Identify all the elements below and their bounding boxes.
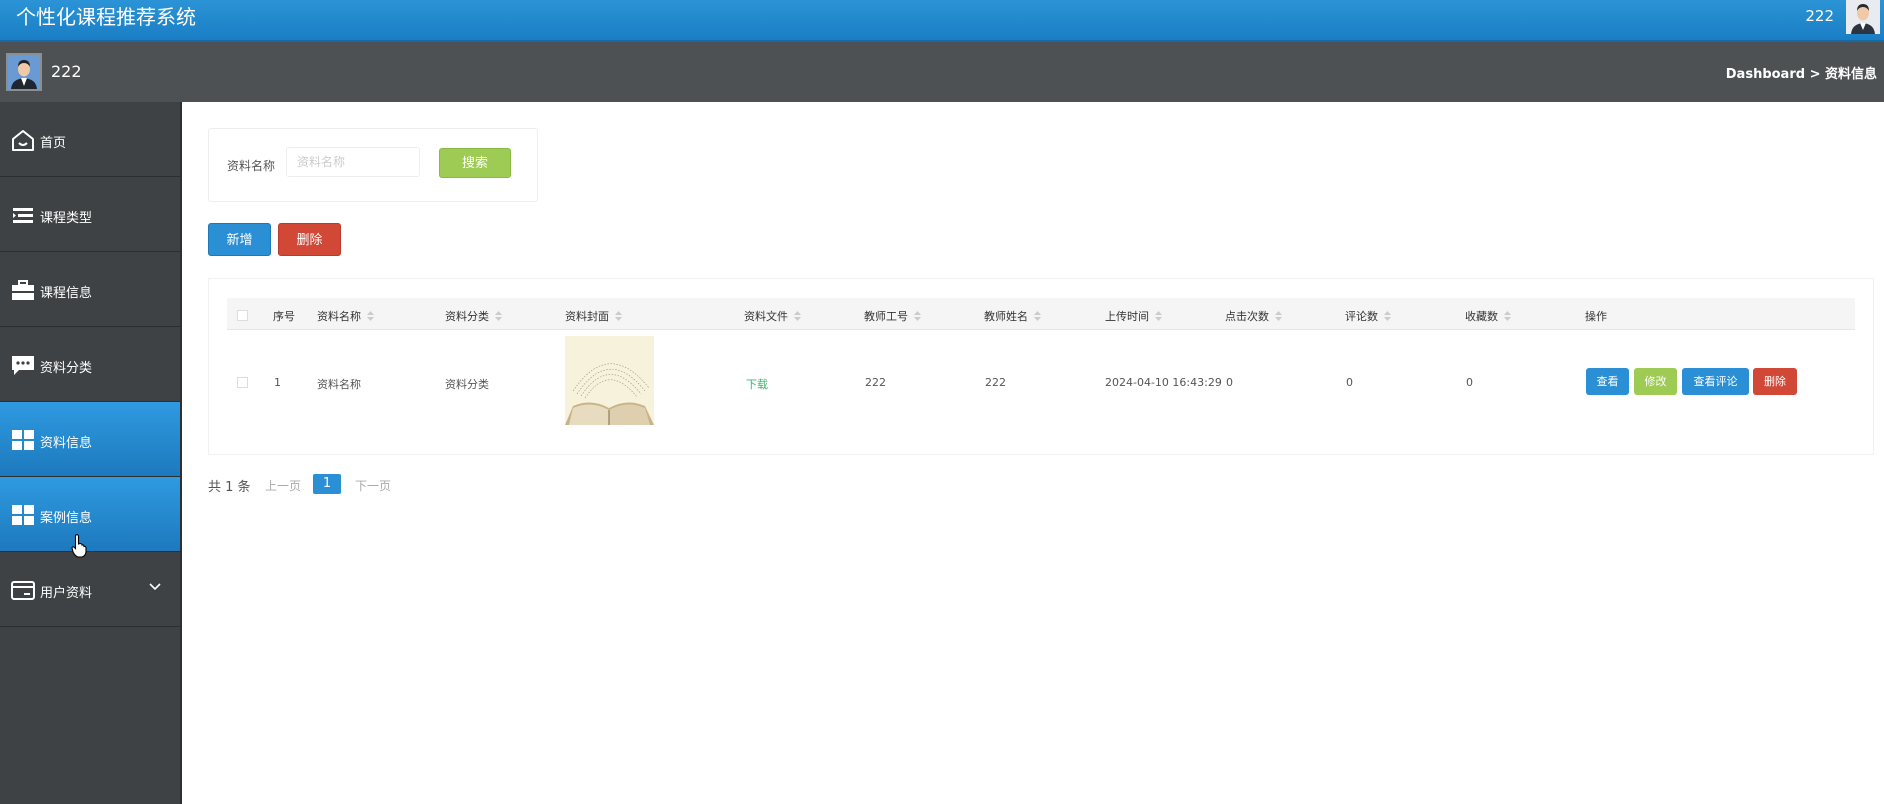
chevron-down-icon[interactable] — [148, 582, 162, 592]
sort-icon — [615, 311, 622, 321]
data-table: 序号 资料名称 资料分类 资料封面 资料文件 教师工号 教师姓名 上传时间 点击… — [208, 278, 1874, 455]
column-header-sortable[interactable]: 资料名称 — [317, 308, 374, 324]
user-bar: 222 Dashboard > 资料信息 — [0, 42, 1884, 102]
sort-icon — [1384, 311, 1391, 321]
grid-icon — [12, 505, 34, 525]
sort-icon — [495, 311, 502, 321]
sort-icon — [367, 311, 374, 321]
column-header-sortable[interactable]: 点击次数 — [1225, 308, 1282, 324]
cell-index: 1 — [274, 376, 281, 389]
total-count: 共 1 条 — [208, 480, 251, 495]
home-icon — [12, 130, 34, 151]
cell-category: 资料分类 — [445, 378, 489, 391]
batch-delete-button[interactable]: 删除 — [278, 223, 341, 256]
avatar[interactable] — [6, 53, 42, 91]
sidebar-item-label: 用户资料 — [40, 586, 93, 601]
search-input[interactable] — [286, 147, 420, 177]
search-label: 资料名称 — [227, 159, 276, 173]
sidebar-item-user-profile[interactable]: 用户资料 — [0, 552, 180, 627]
column-header-sortable[interactable]: 评论数 — [1345, 308, 1391, 324]
app-title: 个性化课程推荐系统 — [16, 5, 196, 29]
list-icon — [13, 208, 33, 223]
sidebar-username: 222 — [51, 62, 82, 81]
row-checkbox[interactable] — [237, 377, 248, 388]
search-button[interactable]: 搜索 — [439, 148, 511, 178]
column-header: 操作 — [1585, 310, 1607, 323]
column-header-sortable[interactable]: 收藏数 — [1465, 308, 1511, 324]
sidebar-item-label: 案例信息 — [40, 511, 93, 526]
column-header-sortable[interactable]: 教师姓名 — [984, 308, 1041, 324]
sidebar-item-course-type[interactable]: 课程类型 — [0, 177, 180, 252]
sort-icon — [1034, 311, 1041, 321]
prev-page-button[interactable]: 上一页 — [265, 477, 315, 494]
cell-name: 资料名称 — [317, 378, 361, 391]
add-button[interactable]: 新增 — [208, 223, 271, 256]
column-header: 序号 — [273, 310, 295, 323]
top-bar: 个性化课程推荐系统 222 — [0, 0, 1884, 42]
sort-icon — [794, 311, 801, 321]
sort-icon — [1275, 311, 1282, 321]
view-button[interactable]: 查看 — [1586, 368, 1629, 395]
edit-button[interactable]: 修改 — [1634, 368, 1677, 395]
sidebar-item-material-info[interactable]: 资料信息 — [0, 402, 180, 477]
cell-favorites: 0 — [1466, 376, 1473, 389]
sidebar-item-course-info[interactable]: 课程信息 — [0, 252, 180, 327]
sidebar-item-label: 资料分类 — [40, 361, 93, 376]
briefcase-icon — [12, 280, 34, 300]
cell-teacher-name: 222 — [985, 376, 1006, 389]
cell-comments: 0 — [1346, 376, 1353, 389]
sidebar: 首页 课程类型 课程信息 资料分类 资料信息 案例信息 用户资料 — [0, 102, 182, 804]
current-page-button[interactable]: 1 — [313, 474, 341, 494]
hand-cursor-icon — [71, 534, 87, 558]
grid-icon — [12, 430, 34, 450]
cell-upload-time: 2024-04-10 16:43:29 — [1105, 376, 1222, 389]
cover-image[interactable] — [565, 336, 654, 425]
top-username[interactable]: 222 — [1805, 7, 1834, 25]
sidebar-item-home[interactable]: 首页 — [0, 102, 180, 177]
column-header-sortable[interactable]: 资料分类 — [445, 308, 502, 324]
sidebar-item-label: 课程信息 — [40, 286, 93, 301]
sidebar-item-label: 资料信息 — [40, 436, 93, 451]
breadcrumb[interactable]: Dashboard > 资料信息 — [1726, 63, 1877, 82]
select-all-checkbox[interactable] — [237, 310, 248, 321]
sidebar-item-label: 课程类型 — [40, 211, 93, 226]
column-header-sortable[interactable]: 资料封面 — [565, 308, 622, 324]
user-avatar-icon — [8, 55, 40, 89]
cell-clicks: 0 — [1226, 376, 1233, 389]
sidebar-item-material-category[interactable]: 资料分类 — [0, 327, 180, 402]
sidebar-item-case-info[interactable]: 案例信息 — [0, 477, 180, 552]
book-cover-image — [565, 336, 654, 425]
chat-icon — [12, 356, 34, 375]
cell-teacher-id: 222 — [865, 376, 886, 389]
card-icon — [11, 581, 35, 600]
column-header-sortable[interactable]: 上传时间 — [1105, 308, 1162, 324]
table-header: 序号 资料名称 资料分类 资料封面 资料文件 教师工号 教师姓名 上传时间 点击… — [227, 298, 1855, 330]
view-comments-button[interactable]: 查看评论 — [1682, 368, 1749, 395]
sidebar-item-label: 首页 — [40, 136, 67, 151]
delete-row-button[interactable]: 删除 — [1753, 368, 1797, 395]
download-link[interactable]: 下载 — [746, 376, 768, 392]
sort-icon — [1155, 311, 1162, 321]
sort-icon — [1504, 311, 1511, 321]
search-panel: 资料名称 搜索 — [208, 128, 538, 202]
column-header-sortable[interactable]: 教师工号 — [864, 308, 921, 324]
top-avatar-icon[interactable] — [1846, 0, 1880, 34]
sort-icon — [914, 311, 921, 321]
next-page-button[interactable]: 下一页 — [355, 477, 405, 494]
column-header-sortable[interactable]: 资料文件 — [744, 308, 801, 324]
